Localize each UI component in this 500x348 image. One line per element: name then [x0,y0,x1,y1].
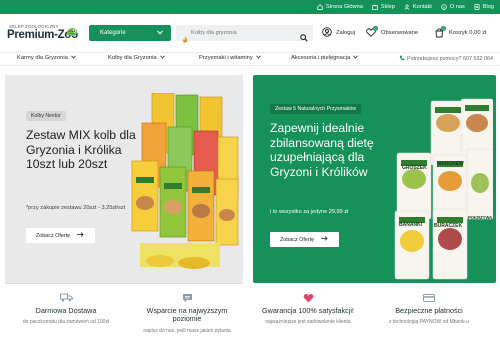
promo-banner-kolby[interactable]: Kolby Nestor Zestaw MIX kolb dla Gryzoni… [5,75,243,283]
top-link-label: Kontakt [412,4,432,10]
feature-title: Bezpieczne płatności [395,306,463,315]
banner-title: Zestaw MIX kolb dla Gryzonia i Królika 1… [26,128,136,172]
feature-desc: z technologią PAYNOW od Mbank-u [388,319,470,326]
feature-satisfaction: Gwarancja 100% satysfakcji! najważniejsz… [258,293,358,325]
feature-title: Darmowa Dostawa [35,306,97,315]
feature-secure-payments: Bezpieczne płatności z technologią PAYNO… [379,293,479,325]
favorites-button[interactable]: 0 Obserwowane [366,25,418,41]
search-box [176,25,313,43]
banner-cta-button[interactable]: Zobacz Ofertę [26,228,95,243]
categories-button[interactable]: Kategorie [89,25,171,41]
contact-icon [404,4,410,10]
help-phone[interactable]: Potrzebujesz pomocy? 607 532 064 [399,55,493,63]
phone-icon [399,55,405,63]
login-label: Zaloguj [336,30,356,36]
categories-label: Kategorie [100,30,126,36]
cta-label: Zobacz Ofertę [36,232,71,239]
banner-subtitle: *przy zakupie zestawu 20szt - 3,25zł/szt [26,205,126,211]
feature-support: Wsparcie na najwyższym poziomie napisz d… [137,293,237,334]
treats-products-image [393,93,494,283]
chevron-down-icon [353,55,359,61]
nav-item-label: Przysmaki i witaminy [199,55,253,61]
favorites-label: Obserwowane [381,30,419,36]
pack-label: GROSZEK [402,165,427,171]
nav-item-label: Karmy dla Gryzonia [17,55,68,61]
top-link-blog[interactable]: Blog [474,4,494,10]
chat-icon [137,293,237,303]
chevron-down-icon [71,55,76,61]
payment-icon [379,293,479,303]
feature-desc: do paczkomatu dla zamówień od 100zł [22,319,110,326]
kolby-products-image [130,92,240,278]
truck-icon [16,293,116,303]
nav-item-karmy[interactable]: Karmy dla Gryzonia [17,55,76,61]
banner-cta-button[interactable]: Zobacz Ofertę [270,232,339,247]
banner-chip: Zestaw 5 Naturalnych Przysmaków [270,104,362,114]
shop-icon [372,4,378,10]
chevron-down-icon [157,30,163,37]
pack-label: BURACZEK [434,223,463,229]
blog-icon [474,4,480,10]
heart-icon [258,293,358,303]
nav-item-label: Akcesoria i pielęgnacja [291,55,351,61]
feature-title: Wsparcie na najwyższym poziomie [146,306,228,324]
fire-icon [182,30,188,43]
top-link-label: Strona Główna [325,4,363,10]
pack-label: BANANKI [399,222,423,228]
top-link-label: O nas [449,4,465,10]
banner-title: Zapewnij idealnie zbilansowaną dietę uzu… [270,121,374,179]
promo-banner-przysmaki[interactable]: Zestaw 5 Naturalnych Przysmaków Zapewnij… [253,75,496,283]
top-links: Strona Główna Sklep Kontakt O nas Blog [317,0,494,14]
nav-item-przysmaki[interactable]: Przysmaki i witaminy [199,55,261,61]
nav-item-kolby[interactable]: Kolby dla Gryzonia [108,55,165,61]
chevron-down-icon [159,55,165,61]
help-text: Potrzebujesz pomocy? 607 532 064 [406,56,493,62]
cart-icon: 0 [434,26,446,38]
top-link-label: Sklep [380,4,395,10]
cart-count-badge: 0 [441,26,446,31]
nav-item-label: Kolby dla Gryzonia [108,55,157,61]
pack-label: MARCHEW [437,161,464,167]
feature-title: Gwarancja 100% satysfakcji! [262,306,354,315]
feature-free-delivery: Darmowa Dostawa do paczkomatu dla zamówi… [16,293,116,325]
nav-item-akcesoria[interactable]: Akcesoria i pielęgnacja [291,55,359,61]
cart-label: Koszyk 0,00 zł [449,30,487,36]
user-icon [322,27,332,39]
pack-label: POKRZYWA [468,215,493,220]
top-link-label: Blog [482,4,494,10]
search-icon[interactable] [300,29,308,47]
site-header: SKLEP ZOOLOGICZNY Premium-Zoo Kategorie … [0,14,500,52]
logo-chameleon-icon [65,25,79,43]
top-link-contact[interactable]: Kontakt [404,4,432,10]
top-link-about[interactable]: O nas [441,4,465,10]
cart-button[interactable]: 0 Koszyk 0,00 zł [434,25,486,41]
cta-label: Zobacz Ofertę [280,236,315,243]
search-input[interactable] [191,30,303,36]
banner-subtitle: i to wszystko za jedyne 29,99 zł [270,209,349,215]
site-logo[interactable]: SKLEP ZOOLOGICZNY Premium-Zoo [7,22,79,46]
top-link-home[interactable]: Strona Główna [317,4,363,10]
home-icon [317,4,323,10]
main-nav: Karmy dla Gryzonia Kolby dla Gryzonia Pr… [0,52,500,66]
heart-icon: 0 [366,26,378,38]
login-button[interactable]: Zaloguj [322,25,355,41]
arrow-right-icon [321,236,328,243]
arrow-right-icon [77,232,84,239]
chevron-down-icon [255,55,261,61]
info-icon [441,4,447,10]
slider-divider [5,283,243,284]
feature-desc: najważniejsze jest zadowolenie klienta [265,319,351,326]
feature-desc: napisz do nas, jeśli masz jakieś pytania [143,327,231,334]
banner-chip: Kolby Nestor [26,111,66,121]
top-utility-bar: Strona Główna Sklep Kontakt O nas Blog [0,0,500,14]
favorites-count-badge: 0 [373,26,378,31]
top-link-shop[interactable]: Sklep [372,4,395,10]
